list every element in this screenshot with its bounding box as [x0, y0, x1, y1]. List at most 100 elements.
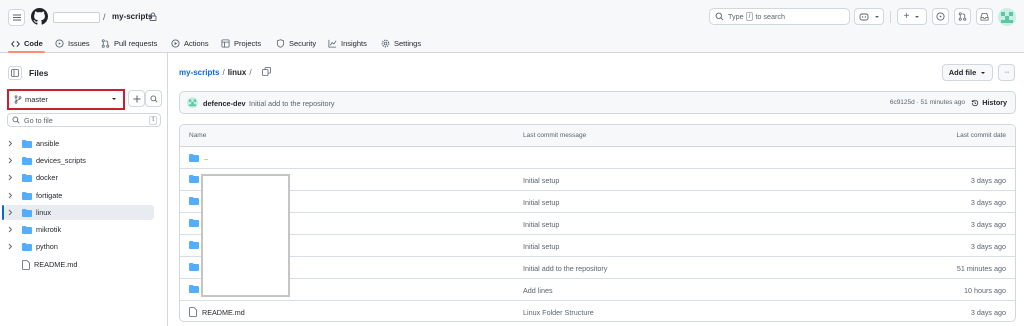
- row-commit-date: 3 days ago: [970, 242, 1006, 251]
- global-header: / my-scripts Type / to search +: [0, 0, 1024, 34]
- create-new-button[interactable]: +: [897, 8, 927, 25]
- row-commit-message[interactable]: Linux Folder Structure: [523, 308, 594, 317]
- tab-settings[interactable]: Settings: [381, 37, 421, 50]
- breadcrumb-repo-link[interactable]: my-scripts: [179, 68, 219, 77]
- tab-label: Pull requests: [114, 39, 158, 48]
- commit-author-avatar[interactable]: [187, 97, 198, 108]
- search-placeholder-pre: Type: [728, 12, 744, 21]
- table-row[interactable]: Add lines 10 hours ago: [180, 279, 1015, 301]
- table-row[interactable]: README.md Linux Folder Structure 3 days …: [180, 301, 1015, 321]
- table-row[interactable]: Initial setup 3 days ago: [180, 191, 1015, 213]
- table-header: Name Last commit message Last commit dat…: [180, 125, 1015, 147]
- table-row-parent-dir[interactable]: ..: [180, 147, 1015, 169]
- issues-button[interactable]: [932, 8, 949, 25]
- chevron-right-icon: [8, 226, 18, 233]
- go-to-file-shortcut: t: [149, 116, 157, 125]
- menu-button[interactable]: [8, 9, 25, 26]
- file-table: Name Last commit message Last commit dat…: [179, 124, 1016, 322]
- collapse-sidebar-button[interactable]: [8, 66, 22, 80]
- tab-code[interactable]: Code: [11, 37, 43, 50]
- selected-item-indicator: [2, 205, 4, 220]
- row-commit-message[interactable]: Initial setup: [523, 242, 559, 251]
- pull-requests-button[interactable]: [954, 8, 971, 25]
- go-to-file-input[interactable]: Go to file t: [7, 113, 161, 127]
- row-name[interactable]: ..: [204, 153, 208, 162]
- inbox-icon: [980, 12, 989, 21]
- row-commit-message[interactable]: Initial setup: [523, 198, 559, 207]
- folder-icon: [22, 156, 32, 165]
- search-input[interactable]: Type / to search: [709, 8, 850, 25]
- play-icon: [171, 39, 180, 48]
- hamburger-icon: [12, 17, 21, 18]
- tab-actions[interactable]: Actions: [171, 37, 209, 50]
- table-row[interactable]: Initial setup 3 days ago: [180, 213, 1015, 235]
- add-file-button[interactable]: Add file: [942, 64, 993, 81]
- table-row[interactable]: Initial setup 3 days ago: [180, 235, 1015, 257]
- folder-icon: [22, 191, 32, 200]
- folder-icon: [22, 208, 32, 217]
- tab-pull-requests[interactable]: Pull requests: [101, 37, 157, 50]
- search-icon: [715, 12, 724, 21]
- branch-selector[interactable]: master: [7, 89, 125, 110]
- tree-item-label: devices_scripts: [36, 156, 86, 165]
- table-row[interactable]: Initial setup 3 days ago: [180, 169, 1015, 191]
- tree-item-fortigate[interactable]: fortigate: [4, 188, 154, 203]
- row-commit-date: 3 days ago: [970, 176, 1006, 185]
- tree-item-label: ansible: [36, 139, 60, 148]
- file-icon: [22, 259, 30, 270]
- copilot-button[interactable]: [854, 8, 884, 25]
- tree-item-ansible[interactable]: ansible: [4, 136, 154, 151]
- row-commit-message[interactable]: Add lines: [523, 286, 553, 295]
- folder-icon: [189, 153, 199, 162]
- table-row[interactable]: Initial add to the repository 51 minutes…: [180, 257, 1015, 279]
- tab-security[interactable]: Security: [276, 37, 316, 50]
- tab-label: Projects: [234, 39, 262, 48]
- repo-nav-tabs: Code Issues Pull requests Actions Projec…: [0, 34, 1024, 53]
- redacted-file-names: [201, 174, 290, 297]
- row-commit-message[interactable]: Initial add to the repository: [523, 264, 607, 273]
- tree-item-readme[interactable]: README.md: [4, 257, 154, 272]
- inbox-button[interactable]: [976, 8, 993, 25]
- tree-item-label: fortigate: [36, 191, 63, 200]
- tab-label: Code: [24, 39, 43, 48]
- tree-item-label: docker: [36, 173, 58, 182]
- history-label: History: [982, 98, 1007, 107]
- chevron-right-icon: [8, 174, 18, 181]
- tab-issues[interactable]: Issues: [55, 37, 90, 50]
- row-name[interactable]: README.md: [202, 308, 245, 317]
- add-file-sidebar-button[interactable]: [128, 90, 145, 107]
- chevron-down-icon: [874, 15, 879, 18]
- user-avatar[interactable]: [998, 8, 1016, 26]
- search-icon: [150, 95, 158, 103]
- gear-icon: [381, 39, 390, 48]
- copy-path-icon[interactable]: [262, 67, 271, 76]
- tree-item-docker[interactable]: docker: [4, 170, 154, 185]
- tree-item-python[interactable]: python: [4, 239, 154, 254]
- commit-author-link[interactable]: defence-dev: [203, 99, 246, 108]
- tree-item-devices-scripts[interactable]: devices_scripts: [4, 153, 154, 168]
- history-button[interactable]: History: [971, 98, 1007, 107]
- plus-icon: +: [903, 10, 910, 22]
- search-files-button[interactable]: [145, 90, 162, 107]
- latest-commit-bar: defence-dev Initial add to the repositor…: [179, 91, 1016, 114]
- repo-name-link[interactable]: my-scripts: [112, 12, 152, 21]
- commit-sha-and-time[interactable]: 6c9125d · 51 minutes ago: [890, 99, 965, 106]
- row-commit-message[interactable]: Initial setup: [523, 220, 559, 229]
- folder-icon: [189, 197, 199, 205]
- github-logo-icon[interactable]: [31, 8, 48, 25]
- breadcrumb-current-dir: linux: [227, 68, 247, 77]
- more-options-button[interactable]: ···: [998, 64, 1015, 81]
- commit-message-link[interactable]: Initial add to the repository: [249, 99, 335, 108]
- tab-insights[interactable]: Insights: [328, 37, 367, 50]
- chevron-right-icon: [8, 157, 18, 164]
- tree-item-linux[interactable]: linux: [4, 205, 154, 220]
- kebab-horizontal-icon: ···: [1004, 69, 1010, 76]
- search-icon: [12, 116, 20, 124]
- tree-item-mikrotik[interactable]: mikrotik: [4, 222, 154, 237]
- folder-icon: [189, 241, 199, 249]
- git-pull-request-icon: [101, 39, 110, 48]
- row-commit-message[interactable]: Initial setup: [523, 176, 559, 185]
- tab-label: Insights: [341, 39, 367, 48]
- owner-name-redacted[interactable]: [53, 12, 100, 23]
- tab-projects[interactable]: Projects: [221, 37, 261, 50]
